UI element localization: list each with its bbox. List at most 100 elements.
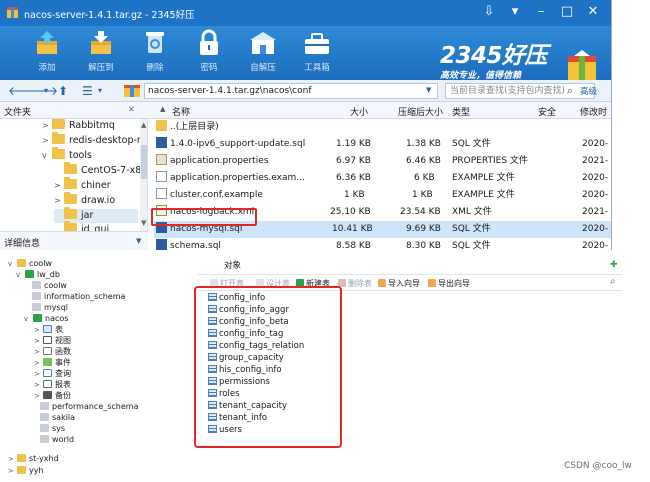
db-tree-item[interactable]: > 备份 [34, 390, 71, 401]
pin-icon[interactable]: ✕ [128, 105, 135, 114]
db-tree-item[interactable]: > 函数 [34, 346, 71, 357]
details-panel-header[interactable]: 详细信息 ▼ [0, 231, 148, 250]
expand-arrow-icon[interactable]: > [8, 454, 17, 465]
db-tree-item[interactable]: sakila [40, 412, 75, 423]
view-list-icon[interactable]: ☰ [82, 83, 93, 99]
self-extract-button[interactable]: 自解压 [238, 29, 288, 77]
db-tree-label: performance_schema [52, 402, 139, 411]
close-button[interactable]: ✕ [584, 3, 602, 21]
add-button[interactable]: 添加 [22, 29, 72, 77]
delete-button[interactable]: 删除 [130, 29, 180, 77]
folder-tree-scrollbar[interactable]: ▲ ▼ [140, 119, 147, 231]
database-icon [40, 413, 49, 421]
highlight-box-tables [194, 286, 342, 448]
file-row[interactable]: 1.4.0-ipv6_support-update.sql 1.19 KB 1.… [154, 136, 611, 153]
folder-icon [64, 162, 77, 174]
scrollbar-thumb[interactable] [141, 145, 147, 179]
delete-table-label: 删除表 [348, 279, 372, 288]
db-tree-item[interactable]: > st-yxhd [8, 453, 59, 464]
watermark: CSDN @coo_lw [564, 461, 632, 471]
type-column-header[interactable]: 类型 [452, 105, 470, 118]
folder-tree-item[interactable]: > Rabbitmq [42, 119, 115, 133]
scroll-up-icon[interactable]: ▲ [141, 121, 146, 129]
advanced-search-link[interactable]: 高级 [580, 85, 597, 97]
delete-table-button[interactable]: 删除表 [338, 278, 372, 289]
chevron-down-icon[interactable]: ▾ [44, 83, 48, 99]
security-column-header[interactable]: 安全 [538, 105, 556, 118]
folder-tree-item[interactable]: > draw.io [54, 192, 116, 208]
db-tree-item[interactable]: > 事件 [34, 357, 71, 368]
db-tree-item[interactable]: sys [40, 423, 65, 434]
db-tree-item[interactable]: v coolw [8, 258, 52, 269]
path-dropdown-icon[interactable]: ▼ [426, 86, 431, 94]
modified-column-header[interactable]: 修改时 [580, 105, 607, 118]
expand-arrow-icon[interactable]: > [54, 194, 64, 208]
name-column-header[interactable]: 名称 [172, 105, 190, 118]
view-chevron-icon[interactable]: ▾ [98, 83, 102, 99]
db-tree-item[interactable]: coolw [32, 280, 67, 291]
folder-tree-item[interactable]: > chiner [54, 177, 111, 193]
db-tree-item[interactable]: world [40, 434, 74, 445]
size-column-header[interactable]: 大小 [350, 105, 368, 118]
folder-tree-item[interactable]: jd_gui [54, 221, 109, 231]
sql-file-icon [156, 239, 167, 250]
search-icon[interactable]: ⌕ [610, 276, 616, 287]
db-tree-item[interactable]: information_schema [32, 291, 125, 302]
connection-icon [17, 454, 26, 462]
file-row[interactable]: application.properties.exam... 6.36 KB 6… [154, 170, 611, 187]
file-row[interactable]: schema.sql 8.58 KB 8.30 KB SQL 文件 2020- [154, 238, 611, 250]
db-tree-item[interactable]: v nacos [24, 313, 68, 324]
db-tree-item[interactable]: performance_schema [40, 401, 139, 412]
import-wizard-button[interactable]: 导入向导 [378, 278, 420, 289]
db-tree-label: st-yxhd [29, 454, 59, 463]
db-tree-label: 表 [55, 325, 63, 334]
expand-arrow-icon[interactable]: v [42, 149, 52, 163]
self-extract-icon [250, 32, 276, 54]
expand-arrow-icon[interactable]: > [54, 179, 64, 193]
db-tree-label: nacos [45, 314, 69, 323]
db-tree-item[interactable]: > 视图 [34, 335, 71, 346]
db-tree-label: 函数 [55, 347, 71, 356]
highlight-box-nacos-mysql [151, 208, 257, 226]
db-tree-item[interactable]: > 查询 [34, 368, 71, 379]
menu-icon[interactable]: ▾ [506, 3, 524, 21]
expand-arrow-icon[interactable]: > [8, 466, 17, 477]
db-tree-item[interactable]: mysql [32, 302, 68, 313]
export-wizard-button[interactable]: 导出向导 [428, 278, 470, 289]
up-folder-icon[interactable]: ⬆ [58, 83, 68, 99]
db-tree-item[interactable]: > yyh [8, 465, 44, 476]
minimize-button[interactable]: – [532, 3, 550, 21]
expand-arrow-icon[interactable]: v [16, 270, 25, 281]
folder-tree-item[interactable]: > redis-desktop-n [42, 132, 143, 148]
folder-tree-item[interactable]: v tools [42, 147, 92, 163]
folder-icon [52, 132, 65, 144]
expand-arrow-icon[interactable]: > [42, 119, 52, 133]
scroll-down-icon[interactable]: ▼ [141, 219, 146, 227]
expand-arrow-icon[interactable]: v [24, 314, 33, 325]
archive-path-icon [124, 85, 140, 97]
file-row[interactable]: ..(上层目录) [154, 119, 611, 136]
packed-column-header[interactable]: 压缩后大小 [398, 105, 443, 118]
objects-tab[interactable]: 对象 [220, 260, 254, 273]
details-chevron-icon[interactable]: ▼ [136, 237, 141, 245]
maximize-button[interactable]: □ [558, 3, 576, 21]
password-button[interactable]: 密码 [184, 29, 234, 77]
toolbox-button[interactable]: 工具箱 [292, 29, 342, 77]
folder-label: draw.io [81, 195, 116, 206]
new-object-icon[interactable]: ✚ [610, 260, 618, 270]
file-row[interactable]: application.properties 6.97 KB 6.46 KB P… [154, 153, 611, 170]
folder-tree-item[interactable]: CentOS-7-x86_ [54, 162, 147, 178]
db-tree-item[interactable]: v lw_db [16, 269, 60, 280]
file-name: schema.sql [170, 241, 221, 250]
db-tree-item[interactable]: > 报表 [34, 379, 71, 390]
self-extract-label: 自解压 [250, 63, 276, 73]
expand-arrow-icon[interactable]: > [42, 134, 52, 148]
path-input[interactable]: nacos-server-1.4.1.tar.gz\nacos\conf [144, 83, 438, 99]
file-row[interactable]: cluster.conf.example 1 KB 1 KB EXAMPLE 文… [154, 187, 611, 204]
extract-to-button[interactable]: 解压到 [76, 29, 126, 77]
db-tree-item[interactable]: > 表 [34, 324, 63, 335]
delete-label: 删除 [146, 63, 164, 73]
search-icon[interactable]: ⌕ [567, 84, 573, 98]
download-icon[interactable]: ⇩ [480, 3, 498, 21]
forward-arrow-icon[interactable]: 🡒 [26, 83, 58, 99]
